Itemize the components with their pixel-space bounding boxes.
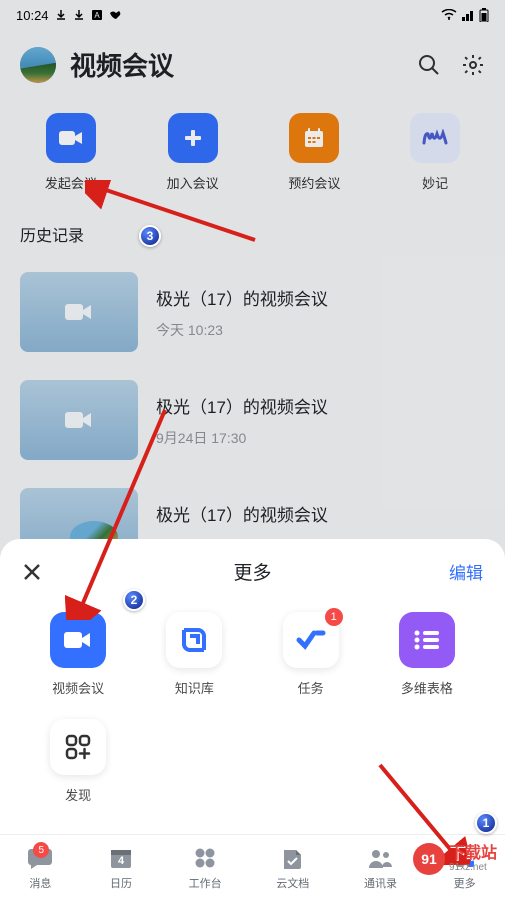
overlay-marker-3: 3 — [139, 225, 161, 247]
sheet-label: 知识库 — [175, 678, 214, 697]
nav-label: 工作台 — [189, 875, 222, 891]
edit-button[interactable]: 编辑 — [449, 559, 483, 584]
nav-label: 通讯录 — [364, 875, 397, 891]
sheet-item-wiki[interactable]: 知识库 — [136, 612, 252, 697]
watermark: 91 下载站 91xz.net — [413, 843, 497, 875]
sheet-label: 任务 — [298, 678, 324, 697]
watermark-logo: 91 — [413, 843, 445, 875]
wiki-icon — [179, 625, 209, 655]
watermark-url: 91xz.net — [449, 862, 497, 873]
docs-icon — [281, 846, 305, 870]
sheet-item-bitable[interactable]: 多维表格 — [369, 612, 485, 697]
sheet-item-discover[interactable]: 发现 — [20, 719, 136, 804]
sheet-item-tasks[interactable]: 1 任务 — [253, 612, 369, 697]
task-badge: 1 — [325, 608, 343, 626]
sheet-label: 发现 — [65, 785, 91, 804]
list-icon — [413, 629, 441, 651]
svg-text:4: 4 — [118, 855, 125, 867]
sheet-title: 更多 — [233, 558, 271, 585]
nav-calendar[interactable]: 4 日历 — [108, 845, 134, 891]
close-icon[interactable] — [22, 562, 42, 582]
discover-icon — [64, 733, 92, 761]
calendar-icon: 4 — [109, 846, 133, 870]
grid-icon — [193, 846, 217, 870]
nav-docs[interactable]: 云文档 — [276, 845, 309, 891]
contacts-icon — [367, 847, 393, 869]
nav-contacts[interactable]: 通讯录 — [364, 845, 397, 891]
nav-workspace[interactable]: 工作台 — [189, 845, 222, 891]
sheet-label: 视频会议 — [52, 678, 104, 697]
sheet-item-video-meeting[interactable]: 视频会议 — [20, 612, 136, 697]
sheet-label: 多维表格 — [401, 678, 453, 697]
nav-label: 更多 — [454, 875, 476, 891]
nav-label: 云文档 — [276, 875, 309, 891]
video-icon — [63, 629, 93, 651]
nav-messages[interactable]: 消息 5 — [27, 845, 53, 891]
watermark-brand: 下载站 — [449, 845, 497, 863]
nav-label: 消息 — [29, 875, 51, 891]
overlay-marker-1: 1 — [475, 812, 497, 834]
overlay-marker-2: 2 — [123, 589, 145, 611]
check-icon — [296, 629, 326, 651]
nav-label: 日历 — [110, 875, 132, 891]
